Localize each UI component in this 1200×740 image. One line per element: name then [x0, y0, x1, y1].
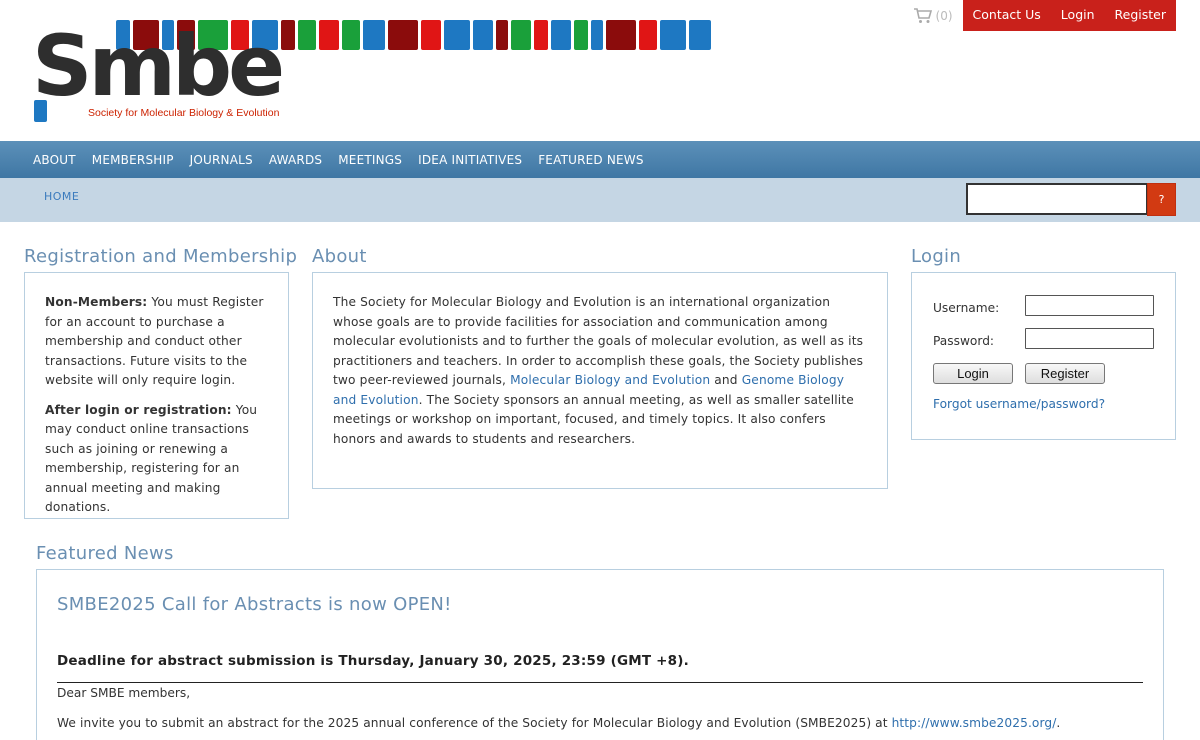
cart-icon	[913, 7, 932, 23]
smbe2025-link[interactable]: http://www.smbe2025.org/	[892, 716, 1057, 730]
featured-news-title: Featured News	[36, 543, 174, 564]
nav-item-meetings[interactable]: MEETINGS	[330, 153, 410, 167]
mbe-journal-link[interactable]: Molecular Biology and Evolution	[510, 373, 710, 387]
logo-color-bar	[511, 20, 531, 50]
logo-color-bar	[342, 20, 360, 50]
cart-link[interactable]: (0)	[913, 0, 953, 31]
cart-count: (0)	[935, 8, 953, 23]
news-deadline: Deadline for abstract submission is Thur…	[57, 653, 689, 669]
logo-color-bar	[281, 20, 295, 50]
registration-title: Registration and Membership	[24, 246, 298, 267]
after-login-paragraph: After login or registration: You may con…	[45, 401, 274, 518]
nav-item-featured-news[interactable]: FEATURED NEWS	[530, 153, 652, 167]
nav-item-journals[interactable]: JOURNALS	[182, 153, 261, 167]
logo-color-bar	[660, 20, 686, 50]
news-invite-end: .	[1056, 716, 1061, 730]
news-greeting: Dear SMBE members,	[57, 686, 191, 700]
logo-color-bar	[319, 20, 339, 50]
top-login-link[interactable]: Login	[1051, 0, 1105, 31]
top-links: (0) Contact Us Login Register	[913, 0, 1176, 31]
featured-news-panel: SMBE2025 Call for Abstracts is now OPEN!…	[36, 569, 1164, 740]
logo-color-bar	[591, 20, 603, 50]
password-label: Password:	[933, 334, 995, 348]
logo-color-bar	[421, 20, 441, 50]
about-text-2: and	[710, 373, 742, 387]
logo-color-bar	[496, 20, 508, 50]
logo-wordmark: Smbe	[32, 17, 285, 115]
logo-color-bar	[534, 20, 548, 50]
search-input[interactable]	[966, 183, 1148, 215]
forgot-password-link[interactable]: Forgot username/password?	[933, 397, 1105, 411]
logo-color-bar	[363, 20, 385, 50]
nonmember-label: Non-Members:	[45, 295, 148, 309]
news-invite: We invite you to submit an abstract for …	[57, 716, 1060, 730]
registration-panel: Non-Members: You must Register for an ac…	[24, 272, 289, 519]
smbe-logo[interactable]: Smbe Society for Molecular Biology & Evo…	[32, 18, 722, 126]
nav-item-awards[interactable]: AWARDS	[261, 153, 330, 167]
nav-item-idea-initiatives[interactable]: IDEA INITIATIVES	[410, 153, 530, 167]
logo-color-bar	[551, 20, 571, 50]
logo-color-bar	[444, 20, 470, 50]
login-title: Login	[911, 246, 962, 267]
logo-color-bar	[388, 20, 418, 50]
username-label: Username:	[933, 301, 1000, 315]
register-button[interactable]: Register	[1025, 363, 1105, 384]
logo-color-bar	[298, 20, 316, 50]
logo-tagline: Society for Molecular Biology & Evolutio…	[88, 107, 280, 119]
username-field[interactable]	[1025, 295, 1154, 316]
logo-color-bar	[689, 20, 711, 50]
breadcrumb-home[interactable]: HOME	[44, 190, 79, 203]
nav-item-membership[interactable]: MEMBERSHIP	[84, 153, 182, 167]
logo-color-bar	[606, 20, 636, 50]
contact-us-link[interactable]: Contact Us	[963, 0, 1051, 31]
about-title: About	[312, 246, 367, 267]
about-panel: The Society for Molecular Biology and Ev…	[312, 272, 888, 489]
logo-color-bar	[639, 20, 657, 50]
after-login-label: After login or registration:	[45, 402, 232, 417]
nav-item-about[interactable]: ABOUT	[25, 153, 84, 167]
after-login-text: You may conduct online transactions such…	[45, 402, 258, 515]
search-button[interactable]: ?	[1147, 183, 1176, 216]
login-button[interactable]: Login	[933, 363, 1013, 384]
logo-blue-block	[34, 100, 47, 122]
nonmember-paragraph: Non-Members: You must Register for an ac…	[45, 293, 274, 391]
top-register-link[interactable]: Register	[1105, 0, 1176, 31]
site-header: Smbe Society for Molecular Biology & Evo…	[0, 0, 1200, 141]
news-divider	[57, 682, 1143, 683]
login-panel: Username: Password: Login Register Forgo…	[911, 272, 1176, 440]
logo-color-bar	[574, 20, 588, 50]
password-field[interactable]	[1025, 328, 1154, 349]
news-headline[interactable]: SMBE2025 Call for Abstracts is now OPEN!	[57, 594, 452, 615]
news-invite-text: We invite you to submit an abstract for …	[57, 716, 892, 730]
logo-color-bar	[473, 20, 493, 50]
about-paragraph: The Society for Molecular Biology and Ev…	[333, 293, 869, 449]
top-red-links: Contact Us Login Register	[962, 0, 1176, 31]
main-nav: ABOUT MEMBERSHIP JOURNALS AWARDS MEETING…	[0, 141, 1200, 178]
